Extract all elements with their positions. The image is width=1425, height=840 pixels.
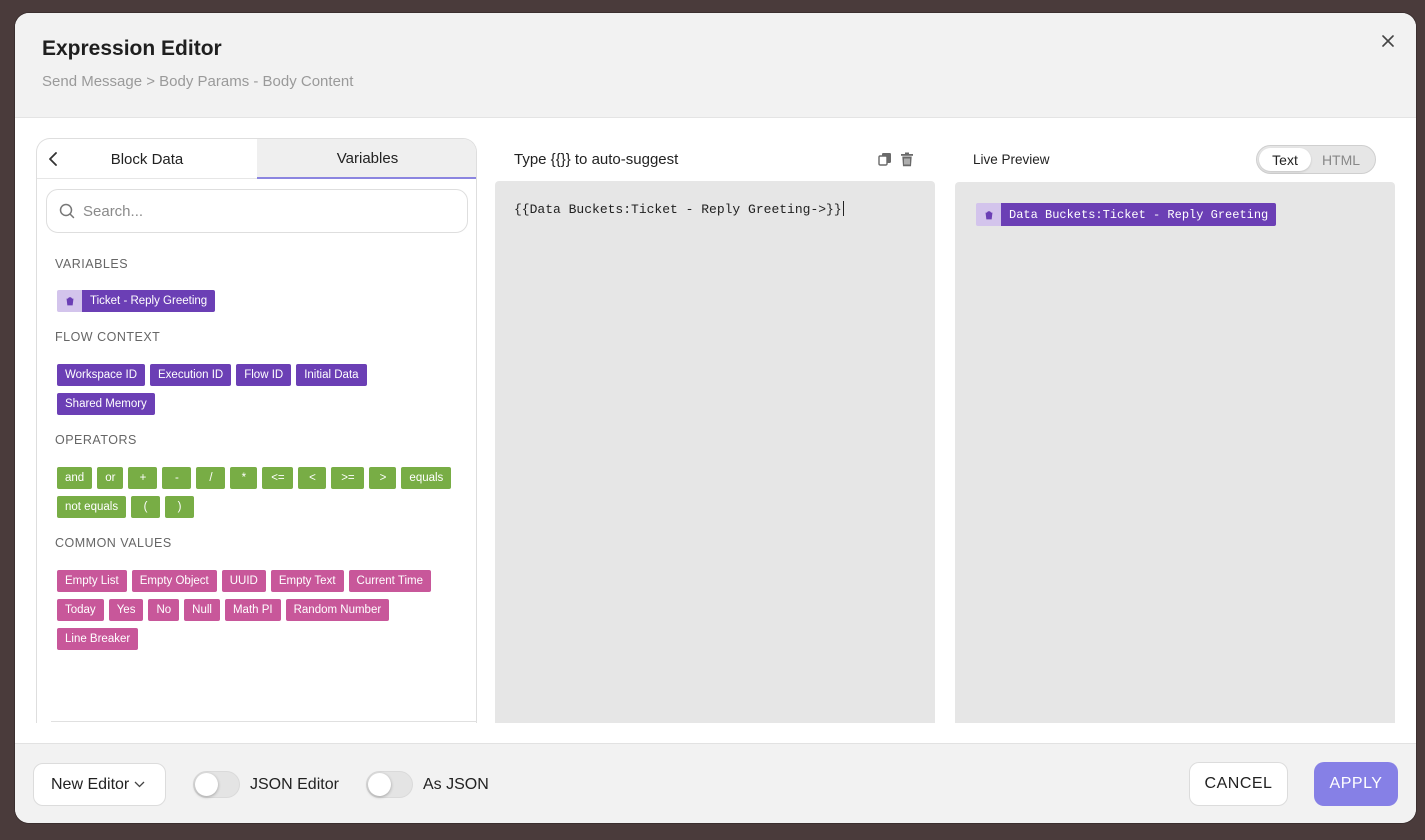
- apply-button[interactable]: APPLY: [1314, 762, 1398, 806]
- json-editor-toggle-group: JSON Editor: [193, 771, 339, 798]
- chip-flow-id[interactable]: Flow ID: [236, 364, 292, 386]
- variable-chip-label: Ticket - Reply Greeting: [82, 290, 216, 312]
- chip-op-gt[interactable]: >: [369, 467, 397, 489]
- bucket-icon: [57, 290, 82, 312]
- modal-header: Expression Editor Send Message > Body Pa…: [15, 13, 1416, 118]
- variable-chip-ticket-reply-greeting[interactable]: Ticket - Reply Greeting: [57, 290, 216, 312]
- search-icon: [59, 203, 75, 219]
- live-preview-title: Live Preview: [973, 152, 1050, 167]
- chip-op-lt[interactable]: <: [298, 467, 327, 489]
- search-box[interactable]: [46, 189, 468, 233]
- modal-footer: New Editor JSON Editor As JSON CANCEL AP…: [15, 743, 1416, 823]
- switch-knob: [195, 773, 218, 796]
- chip-op-divide[interactable]: /: [196, 467, 226, 489]
- preview-mode-text[interactable]: Text: [1259, 148, 1311, 171]
- expression-editor-textarea[interactable]: {{Data Buckets:Ticket - Reply Greeting->…: [495, 181, 935, 723]
- tab-bar: Block Data Variables: [37, 139, 476, 179]
- section-title-operators: OPERATORS: [55, 433, 137, 447]
- preview-variable-chip: Data Buckets:Ticket - Reply Greeting: [976, 203, 1277, 226]
- copy-button[interactable]: [877, 151, 893, 167]
- copy-icon: [878, 153, 891, 166]
- as-json-switch[interactable]: [366, 771, 413, 798]
- operators-chips: and or + - / * <= < >= > equals not equa…: [57, 467, 467, 518]
- variables-chips: Ticket - Reply Greeting: [57, 290, 467, 312]
- section-title-common-values: COMMON VALUES: [55, 536, 172, 550]
- chip-initial-data[interactable]: Initial Data: [296, 364, 367, 386]
- chip-op-not-equals[interactable]: not equals: [57, 496, 127, 518]
- chip-today[interactable]: Today: [57, 599, 104, 621]
- chip-math-pi[interactable]: Math PI: [224, 599, 281, 621]
- modal-title: Expression Editor: [42, 37, 222, 60]
- chip-op-gte[interactable]: >=: [331, 467, 365, 489]
- chip-op-and[interactable]: and: [57, 467, 93, 489]
- chip-random-number[interactable]: Random Number: [285, 599, 390, 621]
- json-editor-switch[interactable]: [193, 771, 240, 798]
- chip-empty-text[interactable]: Empty Text: [270, 570, 344, 592]
- chip-execution-id[interactable]: Execution ID: [150, 364, 232, 386]
- breadcrumb: Send Message > Body Params - Body Conten…: [42, 73, 354, 90]
- preview-chip-label: Data Buckets:Ticket - Reply Greeting: [1001, 203, 1277, 226]
- common-values-chips: Empty List Empty Object UUID Empty Text …: [57, 570, 467, 650]
- chip-op-equals[interactable]: equals: [401, 467, 452, 489]
- chip-op-minus[interactable]: -: [162, 467, 192, 489]
- expression-editor-modal: Expression Editor Send Message > Body Pa…: [15, 13, 1416, 823]
- chip-empty-object[interactable]: Empty Object: [131, 570, 217, 592]
- as-json-toggle-group: As JSON: [366, 771, 489, 798]
- tab-block-data-label: Block Data: [110, 150, 184, 168]
- editor-toolbar: [877, 151, 915, 167]
- json-editor-label: JSON Editor: [250, 775, 339, 793]
- section-title-flow-context: FLOW CONTEXT: [55, 330, 161, 344]
- back-button[interactable]: [43, 149, 63, 169]
- chip-op-plus[interactable]: +: [128, 467, 158, 489]
- clear-button[interactable]: [899, 151, 915, 167]
- chip-shared-memory[interactable]: Shared Memory: [57, 393, 155, 415]
- chip-current-time[interactable]: Current Time: [348, 570, 431, 592]
- tab-block-data[interactable]: Block Data: [37, 139, 257, 179]
- close-icon: [1382, 35, 1394, 47]
- chip-op-or[interactable]: or: [97, 467, 124, 489]
- chip-line-breaker[interactable]: Line Breaker: [57, 628, 139, 650]
- as-json-label: As JSON: [423, 775, 489, 793]
- chip-null[interactable]: Null: [184, 599, 220, 621]
- trash-icon: [901, 152, 913, 166]
- editor-content: {{Data Buckets:Ticket - Reply Greeting->…: [514, 202, 842, 217]
- tab-variables[interactable]: Variables: [257, 139, 476, 179]
- left-panel: Block Data Variables VARIABLES: [36, 138, 477, 723]
- preview-mode-toggle: Text HTML: [1256, 145, 1376, 174]
- chip-empty-list[interactable]: Empty List: [57, 570, 127, 592]
- chevron-down-icon: [134, 781, 145, 788]
- preview-mode-html[interactable]: HTML: [1311, 148, 1371, 171]
- bucket-icon: [976, 203, 1001, 226]
- editor-hint: Type {{}} to auto-suggest: [514, 151, 679, 168]
- chip-uuid[interactable]: UUID: [221, 570, 266, 592]
- live-preview-panel: Data Buckets:Ticket - Reply Greeting: [955, 182, 1395, 723]
- chip-op-multiply[interactable]: *: [230, 467, 258, 489]
- close-button[interactable]: [1378, 31, 1398, 51]
- search-input[interactable]: [83, 202, 423, 220]
- tab-variables-label: Variables: [336, 149, 399, 167]
- cancel-button[interactable]: CANCEL: [1189, 762, 1288, 806]
- chip-op-close-paren[interactable]: ): [165, 496, 195, 518]
- editor-select-value: New Editor: [51, 775, 130, 793]
- divider: [51, 721, 477, 722]
- flow-context-chips: Workspace ID Execution ID Flow ID Initia…: [57, 364, 467, 415]
- editor-select-dropdown[interactable]: New Editor: [33, 763, 166, 806]
- chip-op-lte[interactable]: <=: [262, 467, 294, 489]
- chip-yes[interactable]: Yes: [108, 599, 144, 621]
- chevron-left-icon: [49, 152, 57, 166]
- section-title-variables: VARIABLES: [55, 257, 129, 271]
- chip-op-open-paren[interactable]: (: [131, 496, 161, 518]
- chip-no[interactable]: No: [148, 599, 180, 621]
- switch-knob: [368, 773, 391, 796]
- chip-workspace-id[interactable]: Workspace ID: [57, 364, 146, 386]
- text-caret: [842, 201, 844, 217]
